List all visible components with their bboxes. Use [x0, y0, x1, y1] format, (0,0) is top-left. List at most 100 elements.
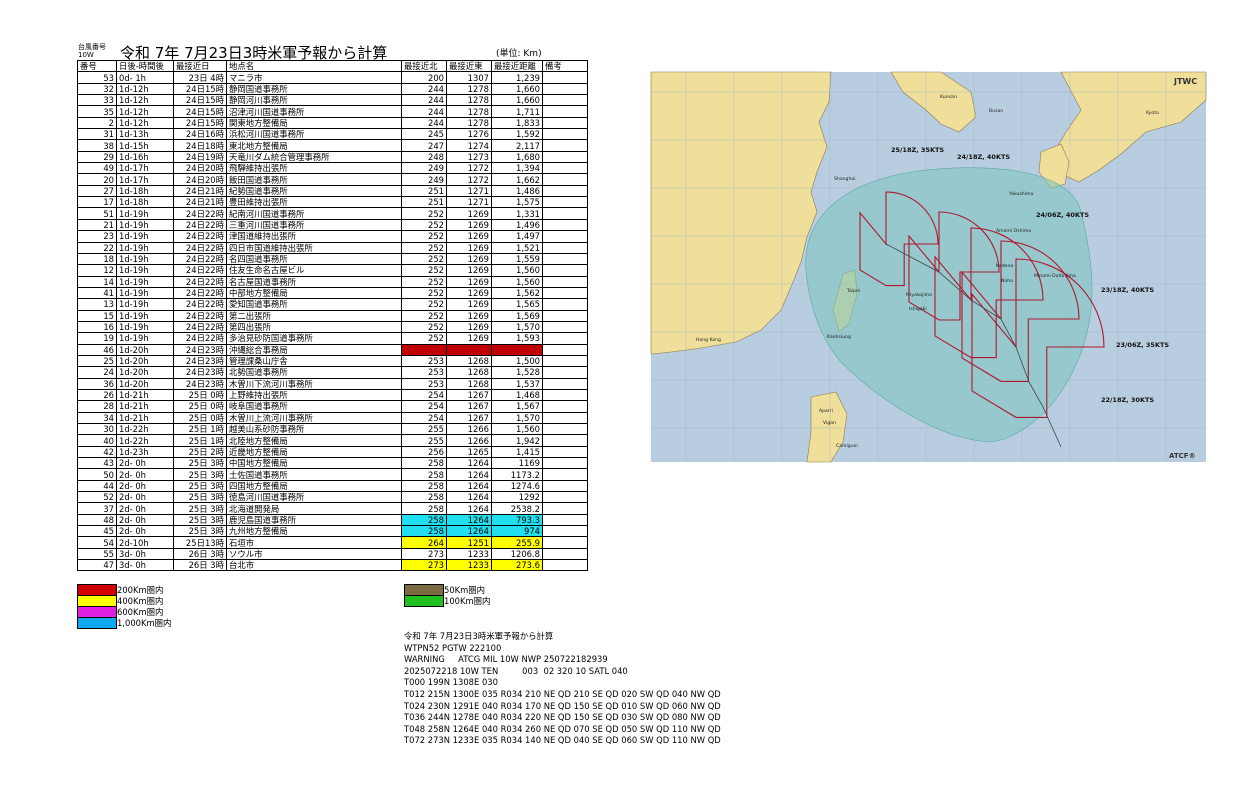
row-closest-time: 24日22時	[173, 264, 227, 277]
map-place-label: Minami Daito Jima	[1034, 273, 1076, 279]
row-elapsed: 1d-21h	[116, 411, 174, 425]
row-elapsed: 1d-20h	[116, 354, 174, 368]
row-closest-time: 24日22時	[173, 207, 227, 220]
row-distance: 1,560	[491, 264, 543, 277]
row-distance: 1,662	[491, 173, 543, 186]
row-closest-time: 25日 2時	[173, 445, 227, 459]
row-place: 鹿児島国道事務所	[226, 513, 402, 527]
row-east: 1268	[446, 343, 492, 356]
row-closest-time: 26日 3時	[173, 547, 227, 561]
row-place: 管理課桑山庁舎	[226, 354, 402, 368]
row-closest-time: 25日 1時	[173, 434, 227, 447]
row-distance: 1274.6	[491, 479, 543, 493]
typhoon-number-label: 台風番号 10W	[78, 43, 106, 59]
row-place: 四国地方整備局	[226, 479, 402, 493]
row-east: 1271	[446, 184, 492, 198]
row-elapsed: 1d-19h	[116, 264, 174, 277]
row-north: 249	[401, 162, 447, 175]
row-place: 住友生命名古屋ビル	[226, 264, 402, 277]
row-elapsed: 1d-20h	[116, 343, 174, 356]
col-header-place: 地点名	[226, 59, 402, 73]
table-row: 44 2d- 0h 25日 3時 四国地方整備局 258 1264 1274.6	[77, 479, 588, 493]
row-remarks	[542, 241, 588, 254]
row-remarks	[542, 332, 588, 345]
row-north: 254	[401, 388, 447, 402]
row-closest-time: 25日 3時	[173, 513, 227, 527]
map-place-label: Yakushima	[1008, 191, 1033, 197]
row-east: 1266	[446, 422, 492, 436]
table-row: 53 0d- 1h 23日 4時 マニラ市 200 1307 1,239	[77, 71, 588, 84]
row-place: 紀勢国道事務所	[226, 184, 402, 198]
memo-line: T000 199N 1308E 030	[404, 677, 498, 688]
row-north: 273	[401, 547, 447, 561]
row-east: 1268	[446, 377, 492, 390]
row-number: 54	[77, 536, 117, 549]
legend-swatch	[404, 595, 444, 607]
row-elapsed: 2d- 0h	[116, 479, 174, 493]
row-north: 252	[401, 309, 447, 322]
row-east: 1272	[446, 162, 492, 175]
table-row: 18 1d-19h 24日22時 名四国道事務所 252 1269 1,559	[77, 252, 588, 266]
row-east: 1272	[446, 173, 492, 186]
row-east: 1269	[446, 264, 492, 277]
table-row: 15 1d-19h 24日22時 第二出張所 252 1269 1,569	[77, 309, 588, 322]
row-east: 1233	[446, 559, 492, 572]
row-east: 1271	[446, 196, 492, 209]
col-header-east: 最接近東	[446, 59, 492, 73]
row-elapsed: 1d-21h	[116, 388, 174, 402]
table-row: 48 2d- 0h 25日 3時 鹿児島国道事務所 258 1264 793.3	[77, 513, 588, 527]
row-distance: 1206.8	[491, 547, 543, 561]
row-number: 41	[77, 286, 117, 300]
row-number: 45	[77, 525, 117, 538]
table-row: 40 1d-22h 25日 1時 北陸地方整備局 255 1266 1,942	[77, 434, 588, 447]
row-place: 沼津河川国道事務所	[226, 105, 402, 118]
row-number: 15	[77, 309, 117, 322]
row-number: 16	[77, 320, 117, 334]
map-place-label: Kaohsiung	[827, 334, 851, 340]
row-north: 252	[401, 207, 447, 220]
row-closest-time: 25日 0時	[173, 388, 227, 402]
row-place: 台北市	[226, 559, 402, 572]
row-east: 1269	[446, 320, 492, 334]
map-place-label: Amami Oshima	[996, 228, 1031, 234]
row-number: 33	[77, 94, 117, 107]
row-elapsed: 1d-16h	[116, 150, 174, 164]
row-place: 第二出張所	[226, 309, 402, 322]
row-east: 1269	[446, 230, 492, 243]
row-remarks	[542, 388, 588, 402]
row-east: 1278	[446, 105, 492, 118]
table-row: 38 1d-15h 24日18時 東北地方整備局 247 1274 2,117	[77, 139, 588, 152]
row-elapsed: 1d-12h	[116, 82, 174, 96]
row-remarks	[542, 162, 588, 175]
row-closest-time: 25日 1時	[173, 422, 227, 436]
forecast-point-label: 22/18Z, 30KTS	[1101, 396, 1154, 404]
row-distance: 1,560	[491, 422, 543, 436]
row-number: 48	[77, 513, 117, 527]
row-remarks	[542, 105, 588, 118]
table-row: 54 2d-10h 25日13時 石垣市 264 1251 255.9	[77, 536, 588, 549]
table-row: 30 1d-22h 25日 1時 越美山系砂防事務所 255 1266 1,560	[77, 422, 588, 436]
row-place: 名四国道事務所	[226, 252, 402, 266]
forecast-point-label: 23/18Z, 40KTS	[1101, 286, 1154, 294]
row-east: 1269	[446, 286, 492, 300]
row-elapsed: 1d-19h	[116, 275, 174, 288]
table-header-row: 番号 日後-時間後 最接近日 地点名 最接近北 最接近東 最接近距離 備考	[77, 59, 588, 73]
table-row: 28 1d-21h 25日 0時 岐阜国道事務所 254 1267 1,567	[77, 400, 588, 413]
row-remarks	[542, 264, 588, 277]
table-row: 33 1d-12h 24日15時 静岡河川事務所 244 1278 1,660	[77, 94, 588, 107]
row-closest-time: 25日13時	[173, 536, 227, 549]
row-east: 1278	[446, 116, 492, 130]
col-header-distance: 最接近距離	[491, 59, 543, 73]
row-north: 258	[401, 513, 447, 527]
row-place: 沖縄総合事務局	[226, 343, 402, 356]
row-number: 21	[77, 218, 117, 232]
row-closest-time: 24日15時	[173, 94, 227, 107]
forecast-memo: 令和 7年 7月23日3時米軍予報から計算 WTPN52 PGTW 222100 W…	[404, 631, 721, 747]
row-number: 2	[77, 116, 117, 130]
row-number: 34	[77, 411, 117, 425]
row-closest-time: 25日 3時	[173, 457, 227, 470]
row-number: 12	[77, 264, 117, 277]
table-row: 13 1d-19h 24日22時 愛知国道事務所 252 1269 1,565	[77, 298, 588, 311]
row-number: 19	[77, 332, 117, 345]
row-remarks	[542, 139, 588, 152]
